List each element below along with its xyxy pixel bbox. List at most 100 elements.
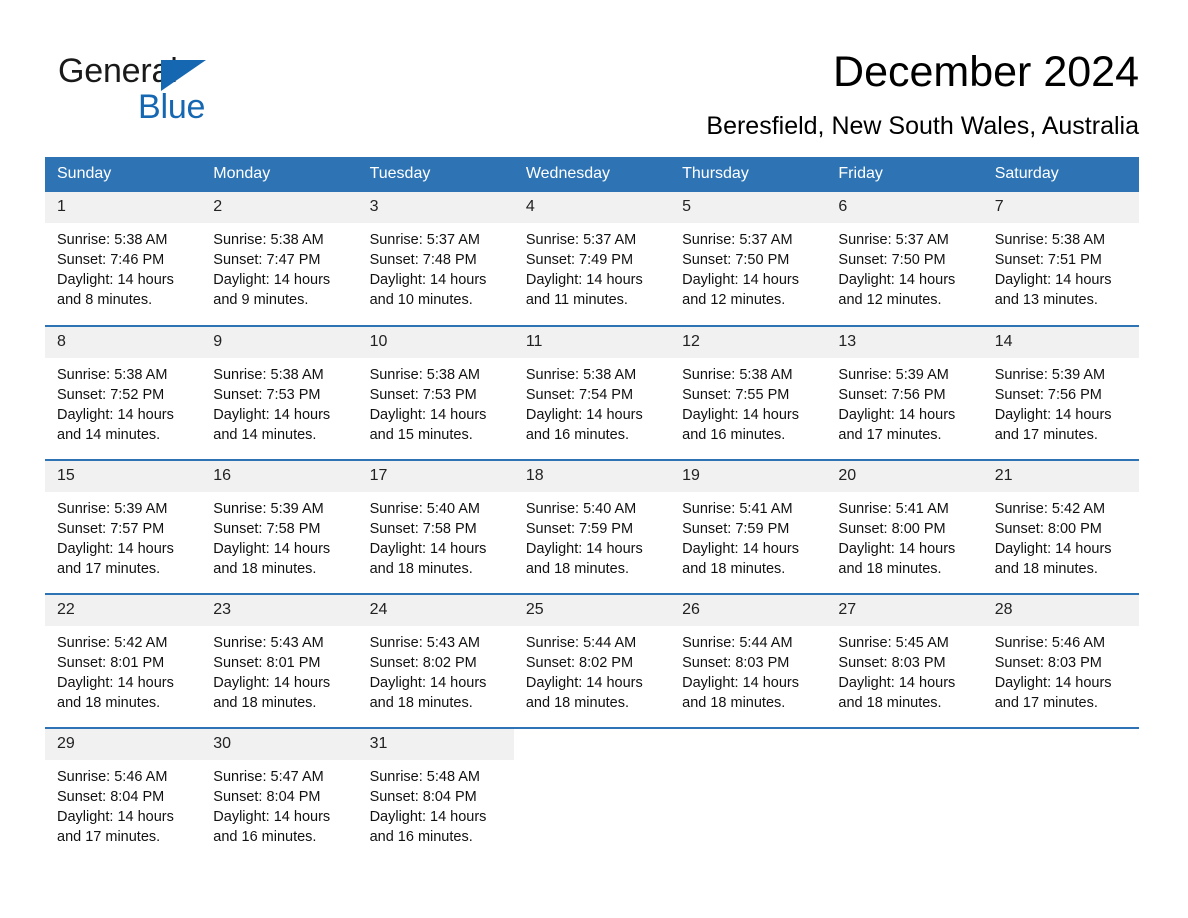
calendar-day-cell[interactable]: 21 Sunrise: 5:42 AM Sunset: 8:00 PM Dayligh… <box>982 459 1139 594</box>
logo-triangle-icon <box>161 60 206 91</box>
sunrise-text: Sunrise: 5:38 AM <box>213 232 324 248</box>
daylight-text: Daylight: 14 hours and 18 minutes. <box>369 541 487 577</box>
sunset-text: Sunset: 7:51 PM <box>994 252 1102 268</box>
day-number: 19 <box>670 461 827 492</box>
calendar-week-row: 8 Sunrise: 5:38 AM Sunset: 7:52 PM Daylight… <box>45 325 1139 460</box>
daylight-text: Daylight: 14 hours and 13 minutes. <box>994 272 1112 308</box>
calendar-day-cell[interactable]: 7 Sunrise: 5:38 AM Sunset: 7:51 PM Daylight… <box>982 192 1139 326</box>
calendar-day-cell-empty <box>513 727 671 862</box>
calendar-day-cell[interactable]: 3 Sunrise: 5:37 AM Sunset: 7:48 PM Daylight… <box>357 192 514 326</box>
calendar-day-cell[interactable]: 31 Sunrise: 5:48 AM Sunset: 8:04 PM Dayligh… <box>357 727 514 862</box>
daylight-text: Daylight: 14 hours and 18 minutes. <box>213 541 331 577</box>
sunset-text: Sunset: 7:50 PM <box>682 252 790 268</box>
calendar-day-cell[interactable]: 22 Sunrise: 5:42 AM Sunset: 8:01 PM Dayligh… <box>45 593 202 728</box>
weekday-header-tuesday: Tuesday <box>357 157 514 192</box>
calendar-day-cell[interactable]: 25 Sunrise: 5:44 AM Sunset: 8:02 PM Dayligh… <box>513 593 671 728</box>
calendar-day-cell[interactable]: 10 Sunrise: 5:38 AM Sunset: 7:53 PM Dayligh… <box>357 325 514 460</box>
calendar-day-cell[interactable]: 30 Sunrise: 5:47 AM Sunset: 8:04 PM Dayligh… <box>201 727 358 862</box>
day-details: Sunrise: 5:48 AM Sunset: 8:04 PM Daylight:… <box>358 760 514 847</box>
weekday-header-thursday: Thursday <box>670 157 827 192</box>
calendar-week-row: 1 Sunrise: 5:38 AM Sunset: 7:46 PM Daylight… <box>45 192 1139 326</box>
day-details: Sunrise: 5:43 AM Sunset: 8:01 PM Daylight:… <box>201 626 357 713</box>
calendar-day-cell[interactable]: 5 Sunrise: 5:37 AM Sunset: 7:50 PM Daylight… <box>670 192 827 326</box>
day-number: 18 <box>513 461 671 492</box>
daylight-text: Daylight: 14 hours and 10 minutes. <box>369 272 487 308</box>
day-number: 25 <box>513 595 671 626</box>
sunrise-text: Sunrise: 5:48 AM <box>369 769 480 785</box>
day-details: Sunrise: 5:40 AM Sunset: 7:58 PM Daylight:… <box>358 492 514 579</box>
day-details: Sunrise: 5:44 AM Sunset: 8:02 PM Daylight:… <box>514 626 670 713</box>
calendar-container: Sunday Monday Tuesday Wednesday Thursday… <box>45 157 1139 862</box>
day-number: 31 <box>357 729 514 760</box>
calendar-day-cell[interactable]: 20 Sunrise: 5:41 AM Sunset: 8:00 PM Dayligh… <box>826 459 983 594</box>
day-number: 29 <box>45 729 202 760</box>
day-number: 23 <box>201 595 358 626</box>
calendar-day-cell[interactable]: 27 Sunrise: 5:45 AM Sunset: 8:03 PM Dayligh… <box>826 593 983 728</box>
calendar-day-cell[interactable]: 6 Sunrise: 5:37 AM Sunset: 7:50 PM Daylight… <box>826 192 983 326</box>
sunset-text: Sunset: 7:53 PM <box>369 387 477 403</box>
calendar-body: 1 Sunrise: 5:38 AM Sunset: 7:46 PM Daylight… <box>45 192 1139 862</box>
sunset-text: Sunset: 7:53 PM <box>213 387 321 403</box>
calendar-day-cell[interactable]: 18 Sunrise: 5:40 AM Sunset: 7:59 PM Dayligh… <box>513 459 671 594</box>
calendar-day-cell[interactable]: 4 Sunrise: 5:37 AM Sunset: 7:49 PM Daylight… <box>513 192 671 326</box>
sunrise-text: Sunrise: 5:46 AM <box>994 635 1106 651</box>
calendar-day-cell[interactable]: 23 Sunrise: 5:43 AM Sunset: 8:01 PM Dayligh… <box>201 593 358 728</box>
calendar-day-cell[interactable]: 16 Sunrise: 5:39 AM Sunset: 7:58 PM Dayligh… <box>201 459 358 594</box>
logo-text-general: General <box>58 52 178 90</box>
daylight-text: Daylight: 14 hours and 17 minutes. <box>57 809 174 845</box>
calendar-day-cell[interactable]: 26 Sunrise: 5:44 AM Sunset: 8:03 PM Dayligh… <box>670 593 827 728</box>
calendar-day-cell[interactable]: 11 Sunrise: 5:38 AM Sunset: 7:54 PM Dayligh… <box>513 325 671 460</box>
sunset-text: Sunset: 7:48 PM <box>369 252 477 268</box>
sunrise-text: Sunrise: 5:38 AM <box>525 367 637 383</box>
daylight-text: Daylight: 14 hours and 16 minutes. <box>682 407 799 443</box>
calendar-day-cell[interactable]: 9 Sunrise: 5:38 AM Sunset: 7:53 PM Daylight… <box>201 325 358 460</box>
sunset-text: Sunset: 8:03 PM <box>838 655 946 671</box>
day-details: Sunrise: 5:38 AM Sunset: 7:55 PM Daylight:… <box>670 358 826 445</box>
sunrise-text: Sunrise: 5:37 AM <box>525 232 637 248</box>
day-details: Sunrise: 5:38 AM Sunset: 7:52 PM Daylight:… <box>45 358 201 445</box>
day-number: 9 <box>201 327 358 358</box>
day-details: Sunrise: 5:42 AM Sunset: 8:01 PM Daylight:… <box>45 626 201 713</box>
daylight-text: Daylight: 14 hours and 14 minutes. <box>213 407 331 443</box>
sunrise-text: Sunrise: 5:40 AM <box>369 501 480 517</box>
calendar-day-cell[interactable]: 15 Sunrise: 5:39 AM Sunset: 7:57 PM Dayligh… <box>45 459 202 594</box>
sunrise-text: Sunrise: 5:39 AM <box>213 501 324 517</box>
calendar-day-cell[interactable]: 24 Sunrise: 5:43 AM Sunset: 8:02 PM Dayligh… <box>357 593 514 728</box>
sunset-text: Sunset: 7:56 PM <box>838 387 946 403</box>
sunrise-text: Sunrise: 5:38 AM <box>57 232 168 248</box>
calendar-day-cell[interactable]: 19 Sunrise: 5:41 AM Sunset: 7:59 PM Dayligh… <box>670 459 827 594</box>
day-number: 28 <box>982 595 1139 626</box>
calendar-day-cell[interactable]: 2 Sunrise: 5:38 AM Sunset: 7:47 PM Daylight… <box>201 192 358 326</box>
day-details: Sunrise: 5:39 AM Sunset: 7:56 PM Daylight:… <box>983 358 1139 445</box>
daylight-text: Daylight: 14 hours and 18 minutes. <box>525 541 643 577</box>
day-number: 14 <box>982 327 1139 358</box>
sunset-text: Sunset: 8:01 PM <box>57 655 165 671</box>
sunrise-text: Sunrise: 5:46 AM <box>57 769 168 785</box>
sunrise-text: Sunrise: 5:37 AM <box>682 232 793 248</box>
daylight-text: Daylight: 14 hours and 18 minutes. <box>213 675 331 711</box>
day-details: Sunrise: 5:38 AM Sunset: 7:51 PM Daylight:… <box>983 223 1139 310</box>
calendar-day-cell[interactable]: 14 Sunrise: 5:39 AM Sunset: 7:56 PM Dayligh… <box>982 325 1139 460</box>
calendar-day-cell[interactable]: 12 Sunrise: 5:38 AM Sunset: 7:55 PM Dayligh… <box>670 325 827 460</box>
sunrise-text: Sunrise: 5:41 AM <box>838 501 949 517</box>
calendar-day-cell[interactable]: 17 Sunrise: 5:40 AM Sunset: 7:58 PM Dayligh… <box>357 459 514 594</box>
daylight-text: Daylight: 14 hours and 18 minutes. <box>838 541 956 577</box>
calendar-day-cell[interactable]: 8 Sunrise: 5:38 AM Sunset: 7:52 PM Daylight… <box>45 325 202 460</box>
day-number: 4 <box>513 192 671 223</box>
calendar-day-cell[interactable]: 28 Sunrise: 5:46 AM Sunset: 8:03 PM Dayligh… <box>982 593 1139 728</box>
sunset-text: Sunset: 7:55 PM <box>682 387 790 403</box>
calendar-page: General Blue December 2024 Beresfield, N… <box>0 0 1188 918</box>
page-subtitle: Beresfield, New South Wales, Australia <box>706 112 1139 140</box>
sunset-text: Sunset: 8:04 PM <box>213 789 321 805</box>
daylight-text: Daylight: 14 hours and 12 minutes. <box>838 272 956 308</box>
day-number: 22 <box>45 595 202 626</box>
sunset-text: Sunset: 8:04 PM <box>369 789 477 805</box>
day-number: 13 <box>826 327 983 358</box>
day-number: 10 <box>357 327 514 358</box>
calendar-day-cell[interactable]: 1 Sunrise: 5:38 AM Sunset: 7:46 PM Daylight… <box>45 192 202 326</box>
calendar-day-cell[interactable]: 29 Sunrise: 5:46 AM Sunset: 8:04 PM Dayligh… <box>45 727 202 862</box>
sunset-text: Sunset: 7:59 PM <box>682 521 790 537</box>
daylight-text: Daylight: 14 hours and 16 minutes. <box>213 809 331 845</box>
daylight-text: Daylight: 14 hours and 17 minutes. <box>994 675 1112 711</box>
calendar-day-cell[interactable]: 13 Sunrise: 5:39 AM Sunset: 7:56 PM Dayligh… <box>826 325 983 460</box>
